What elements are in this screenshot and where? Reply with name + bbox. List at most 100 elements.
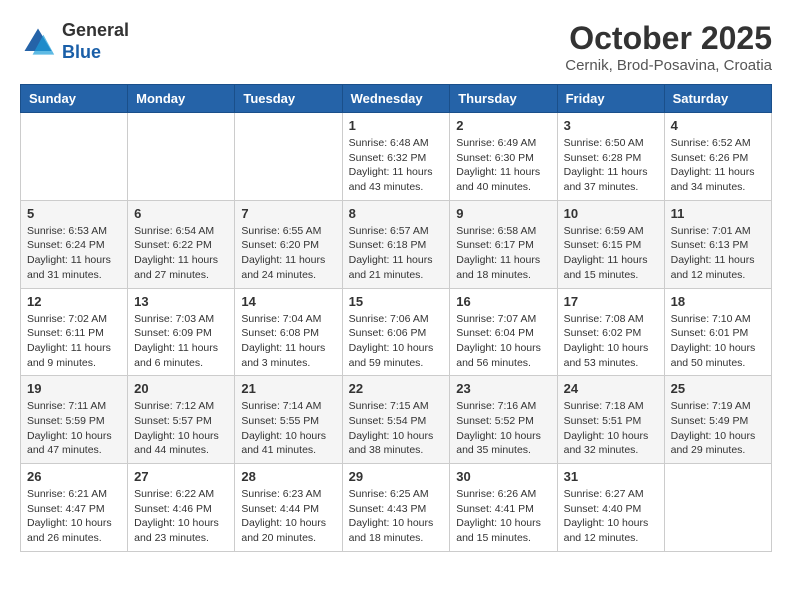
calendar-week-row: 1 Sunrise: 6:48 AM Sunset: 6:32 PM Daylig… [21,113,772,201]
calendar-cell: 30Sunrise: 6:26 AM Sunset: 4:41 PM Dayli… [450,464,557,552]
day-info: Sunrise: 7:08 AM Sunset: 6:02 PM Dayligh… [564,312,658,371]
day-info: Sunrise: 6:54 AM Sunset: 6:22 PM Dayligh… [134,224,228,283]
calendar-header-tuesday: Tuesday [235,85,342,113]
day-info: Sunrise: 7:15 AM Sunset: 5:54 PM Dayligh… [349,399,444,458]
calendar-cell: 15 Sunrise: 7:06 AM Sunset: 6:06 PM Dayli… [342,288,450,376]
day-info: Sunrise: 7:01 AM Sunset: 6:13 PM Dayligh… [671,224,765,283]
calendar-cell: 10Sunrise: 6:59 AM Sunset: 6:15 PM Dayli… [557,200,664,288]
day-number: 16 [456,294,550,309]
day-number: 27 [134,469,228,484]
day-number: 2 [456,118,550,133]
calendar-cell: 11 Sunrise: 7:01 AM Sunset: 6:13 PM Dayli… [664,200,771,288]
calendar-cell: 22 Sunrise: 7:15 AM Sunset: 5:54 PM Dayli… [342,376,450,464]
calendar-cell: 31 Sunrise: 6:27 AM Sunset: 4:40 PM Dayli… [557,464,664,552]
day-number: 15 [349,294,444,309]
logo-icon [20,24,56,60]
day-number: 17 [564,294,658,309]
calendar-header-row: SundayMondayTuesdayWednesdayThursdayFrid… [21,85,772,113]
title-block: October 2025 Cernik, Brod-Posavina, Croa… [565,20,772,74]
day-info: Sunrise: 7:07 AM Sunset: 6:04 PM Dayligh… [456,312,550,371]
day-info: Sunrise: 6:25 AM Sunset: 4:43 PM Dayligh… [349,487,444,546]
calendar-cell: 13Sunrise: 7:03 AM Sunset: 6:09 PM Dayli… [128,288,235,376]
month-title: October 2025 [565,20,772,57]
calendar-header-friday: Friday [557,85,664,113]
day-info: Sunrise: 6:27 AM Sunset: 4:40 PM Dayligh… [564,487,658,546]
day-number: 11 [671,206,765,221]
day-number: 19 [27,381,121,396]
calendar-cell: 5 Sunrise: 6:53 AM Sunset: 6:24 PM Daylig… [21,200,128,288]
day-number: 9 [456,206,550,221]
day-info: Sunrise: 7:04 AM Sunset: 6:08 PM Dayligh… [241,312,335,371]
day-number: 8 [349,206,444,221]
day-info: Sunrise: 6:48 AM Sunset: 6:32 PM Dayligh… [349,136,444,195]
calendar-cell: 18 Sunrise: 7:10 AM Sunset: 6:01 PM Dayli… [664,288,771,376]
calendar-header-thursday: Thursday [450,85,557,113]
day-info: Sunrise: 7:11 AM Sunset: 5:59 PM Dayligh… [27,399,121,458]
day-number: 1 [349,118,444,133]
calendar-cell: 4 Sunrise: 6:52 AM Sunset: 6:26 PM Daylig… [664,113,771,201]
day-info: Sunrise: 6:55 AM Sunset: 6:20 PM Dayligh… [241,224,335,283]
calendar-cell [128,113,235,201]
day-number: 13 [134,294,228,309]
calendar-week-row: 26Sunrise: 6:21 AM Sunset: 4:47 PM Dayli… [21,464,772,552]
day-number: 4 [671,118,765,133]
day-number: 12 [27,294,121,309]
calendar: SundayMondayTuesdayWednesdayThursdayFrid… [20,84,772,552]
day-number: 25 [671,381,765,396]
day-info: Sunrise: 6:57 AM Sunset: 6:18 PM Dayligh… [349,224,444,283]
calendar-header-wednesday: Wednesday [342,85,450,113]
day-number: 26 [27,469,121,484]
day-info: Sunrise: 7:19 AM Sunset: 5:49 PM Dayligh… [671,399,765,458]
calendar-cell: 21 Sunrise: 7:14 AM Sunset: 5:55 PM Dayli… [235,376,342,464]
calendar-cell: 12 Sunrise: 7:02 AM Sunset: 6:11 PM Dayli… [21,288,128,376]
calendar-week-row: 19 Sunrise: 7:11 AM Sunset: 5:59 PM Dayli… [21,376,772,464]
day-info: Sunrise: 6:59 AM Sunset: 6:15 PM Dayligh… [564,224,658,283]
day-info: Sunrise: 6:58 AM Sunset: 6:17 PM Dayligh… [456,224,550,283]
calendar-cell: 9 Sunrise: 6:58 AM Sunset: 6:17 PM Daylig… [450,200,557,288]
calendar-cell [235,113,342,201]
day-number: 24 [564,381,658,396]
day-info: Sunrise: 7:06 AM Sunset: 6:06 PM Dayligh… [349,312,444,371]
logo: General Blue [20,20,129,63]
calendar-cell: 2Sunrise: 6:49 AM Sunset: 6:30 PM Daylig… [450,113,557,201]
day-number: 20 [134,381,228,396]
day-info: Sunrise: 7:18 AM Sunset: 5:51 PM Dayligh… [564,399,658,458]
calendar-cell [664,464,771,552]
calendar-cell: 29Sunrise: 6:25 AM Sunset: 4:43 PM Dayli… [342,464,450,552]
calendar-cell: 24 Sunrise: 7:18 AM Sunset: 5:51 PM Dayli… [557,376,664,464]
location-title: Cernik, Brod-Posavina, Croatia [565,57,772,74]
calendar-cell: 1 Sunrise: 6:48 AM Sunset: 6:32 PM Daylig… [342,113,450,201]
logo-line1: General [62,20,129,42]
calendar-cell: 23 Sunrise: 7:16 AM Sunset: 5:52 PM Dayli… [450,376,557,464]
day-number: 3 [564,118,658,133]
day-info: Sunrise: 7:16 AM Sunset: 5:52 PM Dayligh… [456,399,550,458]
calendar-cell: 28 Sunrise: 6:23 AM Sunset: 4:44 PM Dayli… [235,464,342,552]
calendar-cell: 7 Sunrise: 6:55 AM Sunset: 6:20 PM Daylig… [235,200,342,288]
day-info: Sunrise: 7:02 AM Sunset: 6:11 PM Dayligh… [27,312,121,371]
calendar-week-row: 5 Sunrise: 6:53 AM Sunset: 6:24 PM Daylig… [21,200,772,288]
day-info: Sunrise: 6:22 AM Sunset: 4:46 PM Dayligh… [134,487,228,546]
calendar-week-row: 12 Sunrise: 7:02 AM Sunset: 6:11 PM Dayli… [21,288,772,376]
calendar-cell: 8 Sunrise: 6:57 AM Sunset: 6:18 PM Daylig… [342,200,450,288]
calendar-cell: 14Sunrise: 7:04 AM Sunset: 6:08 PM Dayli… [235,288,342,376]
day-info: Sunrise: 6:52 AM Sunset: 6:26 PM Dayligh… [671,136,765,195]
day-info: Sunrise: 7:10 AM Sunset: 6:01 PM Dayligh… [671,312,765,371]
day-number: 28 [241,469,335,484]
day-number: 22 [349,381,444,396]
day-number: 7 [241,206,335,221]
calendar-cell: 27 Sunrise: 6:22 AM Sunset: 4:46 PM Dayli… [128,464,235,552]
day-number: 5 [27,206,121,221]
day-number: 23 [456,381,550,396]
page-header: General Blue October 2025 Cernik, Brod-P… [20,20,772,74]
day-info: Sunrise: 6:53 AM Sunset: 6:24 PM Dayligh… [27,224,121,283]
day-info: Sunrise: 7:14 AM Sunset: 5:55 PM Dayligh… [241,399,335,458]
day-info: Sunrise: 6:26 AM Sunset: 4:41 PM Dayligh… [456,487,550,546]
calendar-cell: 17 Sunrise: 7:08 AM Sunset: 6:02 PM Dayli… [557,288,664,376]
day-number: 18 [671,294,765,309]
day-info: Sunrise: 7:12 AM Sunset: 5:57 PM Dayligh… [134,399,228,458]
day-number: 31 [564,469,658,484]
day-number: 21 [241,381,335,396]
calendar-cell: 26Sunrise: 6:21 AM Sunset: 4:47 PM Dayli… [21,464,128,552]
calendar-cell: 25 Sunrise: 7:19 AM Sunset: 5:49 PM Dayli… [664,376,771,464]
day-info: Sunrise: 6:23 AM Sunset: 4:44 PM Dayligh… [241,487,335,546]
